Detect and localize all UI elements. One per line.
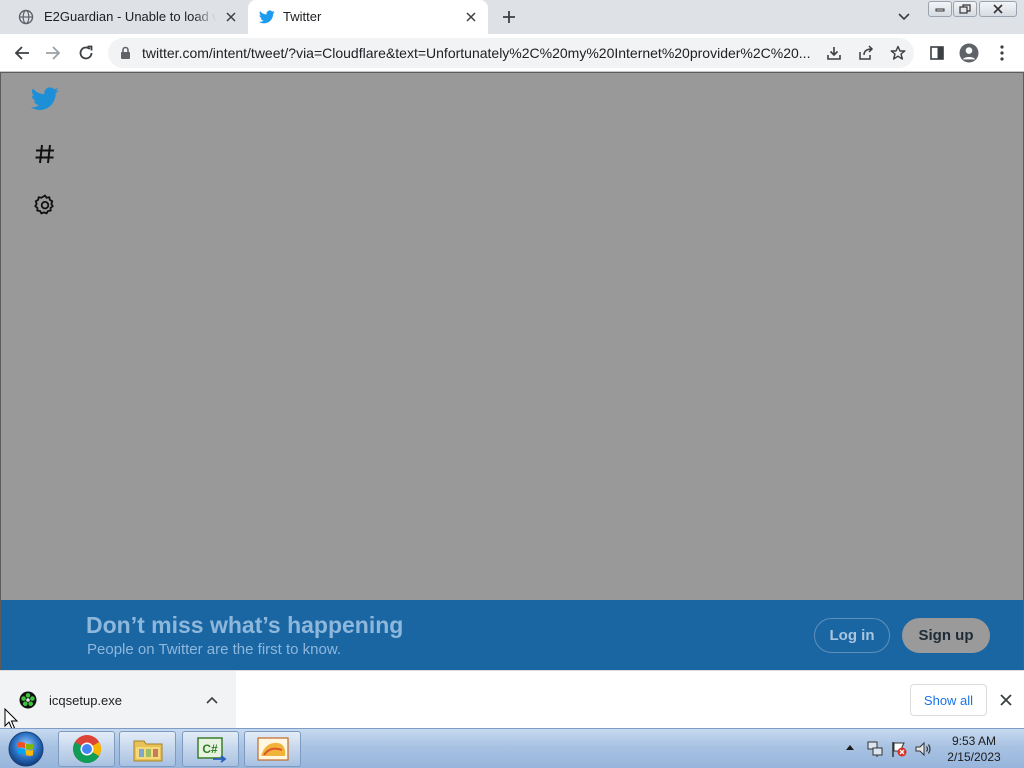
mouse-cursor-icon <box>4 708 18 730</box>
download-tray-icon <box>827 47 841 60</box>
profile-button[interactable] <box>957 41 981 65</box>
chevron-up-icon[interactable] <box>204 692 220 708</box>
tab-title: E2Guardian - Unable to load web <box>44 9 216 24</box>
settings-gear-icon <box>34 194 54 215</box>
explore-link[interactable] <box>31 140 59 168</box>
close-icon <box>1000 694 1012 706</box>
restore-icon <box>959 4 971 14</box>
close-shelf-button[interactable] <box>996 690 1016 710</box>
tab-search-button[interactable] <box>893 8 915 26</box>
reload-icon <box>79 45 93 60</box>
banner-subtitle: People on Twitter are the first to know. <box>87 641 342 658</box>
windows-logo-icon <box>8 731 44 767</box>
minimize-button[interactable] <box>928 1 952 17</box>
screen: E2Guardian - Unable to load web Twitter <box>0 0 1024 768</box>
star-icon <box>890 45 906 60</box>
taskbar-explorer[interactable] <box>119 731 176 767</box>
forward-button[interactable] <box>41 41 65 65</box>
plus-icon <box>503 11 515 23</box>
clock-date: 2/15/2023 <box>947 750 1001 764</box>
twitter-bird-icon <box>31 87 59 110</box>
lock-icon <box>121 46 130 59</box>
folder-icon <box>133 740 162 762</box>
system-clock[interactable]: 9:53 AM 2/15/2023 <box>942 733 1006 765</box>
tab-strip: E2Guardian - Unable to load web Twitter <box>0 0 1024 34</box>
start-button[interactable] <box>5 730 47 768</box>
twitter-page: Don’t miss what’s happening People on Tw… <box>0 72 1024 670</box>
taskbar: C# 9:53 AM 2/15/2023 <box>0 728 1024 768</box>
download-item[interactable]: icqsetup.exe <box>0 671 236 729</box>
twitter-home-link[interactable] <box>31 85 59 113</box>
tab-close-icon[interactable] <box>222 8 240 26</box>
network-icon[interactable] <box>866 740 884 758</box>
signup-button[interactable]: Sign up <box>902 618 990 653</box>
tab-twitter[interactable]: Twitter <box>248 0 488 34</box>
url-text: twitter.com/intent/tweet/?via=Cloudflare… <box>142 45 811 61</box>
menu-button[interactable] <box>990 41 1014 65</box>
address-bar[interactable]: twitter.com/intent/tweet/?via=Cloudflare… <box>108 38 914 68</box>
taskbar-chrome[interactable] <box>58 731 115 767</box>
share-button[interactable] <box>856 43 876 63</box>
csharp-app-icon: C# <box>196 737 226 763</box>
download-file-name: icqsetup.exe <box>49 693 122 708</box>
taskbar-paint[interactable] <box>244 731 301 767</box>
side-panel-button[interactable] <box>925 41 949 65</box>
reload-button[interactable] <box>74 41 98 65</box>
signup-banner: Don’t miss what’s happening People on Tw… <box>1 600 1023 670</box>
svg-text:C#: C# <box>202 742 218 756</box>
bookmark-button[interactable] <box>888 43 908 63</box>
twitter-bird-icon <box>259 10 275 24</box>
new-tab-button[interactable] <box>498 6 520 28</box>
globe-icon <box>18 9 34 25</box>
hashtag-icon <box>35 144 54 164</box>
chevron-down-icon <box>898 13 910 21</box>
arrow-left-icon <box>14 46 29 60</box>
arrow-right-icon <box>46 46 61 60</box>
more-vert-icon <box>1000 45 1004 61</box>
tab-title: Twitter <box>283 9 322 24</box>
tab-close-icon[interactable] <box>462 8 480 26</box>
show-hidden-icons-icon[interactable] <box>845 743 855 751</box>
chrome-icon <box>72 735 101 763</box>
close-icon <box>993 4 1003 14</box>
minimize-icon <box>935 8 945 12</box>
banner-title: Don’t miss what’s happening <box>86 612 404 638</box>
taskbar-csharp-app[interactable]: C# <box>182 731 239 767</box>
volume-icon[interactable] <box>914 740 932 758</box>
side-panel-icon <box>930 46 944 60</box>
avatar-icon <box>959 43 979 63</box>
restore-button[interactable] <box>953 1 977 17</box>
action-center-flag-icon[interactable] <box>890 740 908 758</box>
icq-flower-icon <box>19 691 37 709</box>
login-button[interactable]: Log in <box>814 618 890 653</box>
show-all-downloads-button[interactable]: Show all <box>910 684 987 716</box>
tab-e2guardian[interactable]: E2Guardian - Unable to load web <box>0 0 246 34</box>
download-shelf: icqsetup.exe Show all <box>0 670 1024 729</box>
browser-toolbar: twitter.com/intent/tweet/?via=Cloudflare… <box>0 34 1024 72</box>
window-close-button[interactable] <box>979 1 1017 17</box>
install-app-button[interactable] <box>824 43 844 63</box>
back-button[interactable] <box>10 41 34 65</box>
share-icon <box>859 45 874 60</box>
clock-time: 9:53 AM <box>951 734 997 748</box>
image-viewer-icon <box>256 737 289 761</box>
settings-link[interactable] <box>31 191 59 219</box>
